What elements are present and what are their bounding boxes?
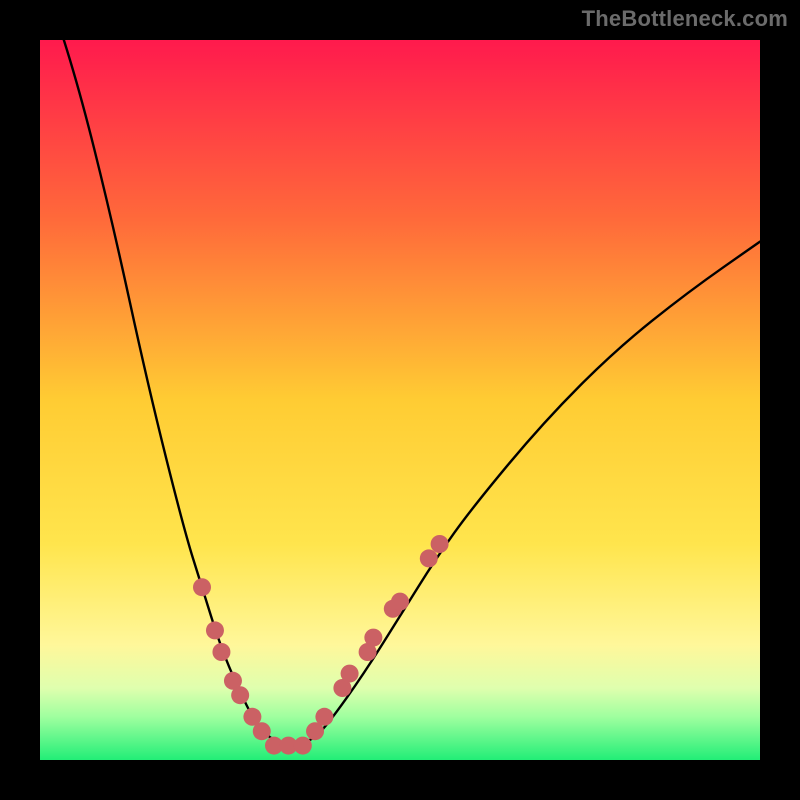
highlight-dot <box>431 535 449 553</box>
highlight-dot <box>364 629 382 647</box>
highlight-dot <box>341 665 359 683</box>
highlight-dot <box>212 643 230 661</box>
highlight-dot <box>193 578 211 596</box>
highlight-dot <box>253 722 271 740</box>
highlight-dot <box>420 549 438 567</box>
curve-layer <box>40 40 760 760</box>
chart-stage: TheBottleneck.com <box>0 0 800 800</box>
highlight-dots <box>193 535 449 755</box>
highlight-dot <box>206 621 224 639</box>
highlight-dot <box>391 593 409 611</box>
highlight-dot <box>315 708 333 726</box>
bottleneck-curve <box>40 40 760 746</box>
plot-area <box>40 40 760 760</box>
highlight-dot <box>294 737 312 755</box>
watermark-text: TheBottleneck.com <box>582 6 788 32</box>
highlight-dot <box>231 686 249 704</box>
